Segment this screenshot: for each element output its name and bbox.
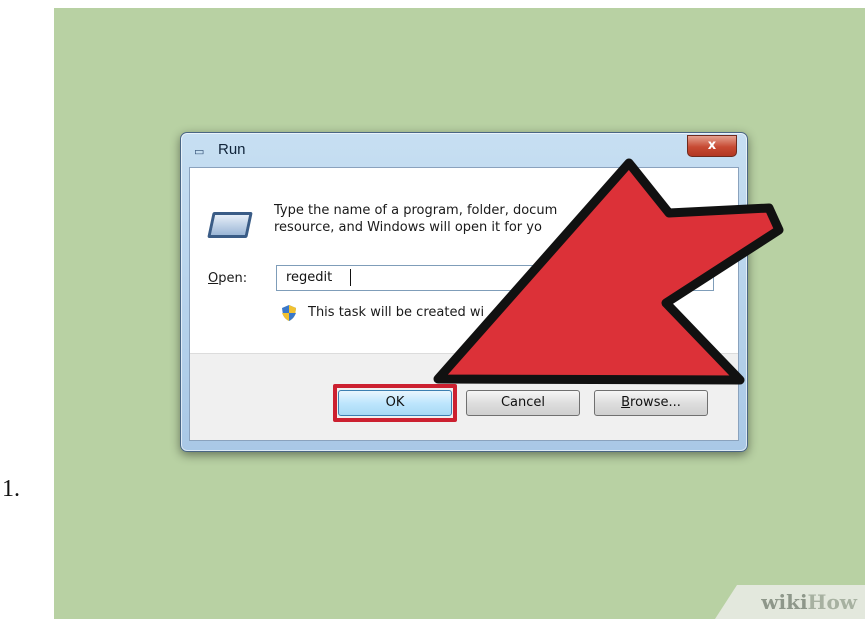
description-line-1: Type the name of a program, folder, docu… [274, 203, 558, 218]
open-input[interactable]: regedit [276, 265, 714, 291]
step-number: 1. [2, 476, 20, 502]
open-label-rest: pen: [218, 271, 248, 286]
dialog-title: Run [218, 141, 246, 158]
cancel-button[interactable]: Cancel [466, 390, 580, 416]
button-bar: OK Cancel Browse... [190, 353, 738, 440]
browse-button[interactable]: Browse... [594, 390, 708, 416]
description-line-2: resource, and Windows will open it for y… [274, 220, 542, 235]
description-line-1-tail: ternet [627, 203, 667, 218]
description: Type the name of a program, folder, docu… [274, 202, 714, 236]
open-input-value: regedit [286, 270, 333, 285]
watermark-wiki: wiki [761, 590, 808, 614]
task-note: This task will be created wi [308, 305, 485, 320]
titlebar[interactable]: ▭ Run x [181, 133, 747, 167]
wikihow-watermark: wikiHow [715, 585, 865, 619]
ok-button[interactable]: OK [338, 390, 452, 416]
illustration: ▭ Run x Type the name of a program, fold… [54, 8, 865, 619]
watermark-how: How [807, 590, 857, 614]
run-dialog: ▭ Run x Type the name of a program, fold… [180, 132, 748, 452]
uac-shield-icon [282, 305, 296, 321]
run-icon: ▭ [194, 146, 205, 158]
close-button[interactable]: x [687, 135, 737, 157]
open-label: Open: [208, 271, 248, 286]
watermark-text: wikiHow [761, 590, 857, 614]
text-caret [350, 269, 351, 286]
program-icon [207, 212, 253, 238]
browse-label-rest: rowse... [630, 395, 681, 410]
dialog-body: Type the name of a program, folder, docu… [189, 167, 739, 441]
